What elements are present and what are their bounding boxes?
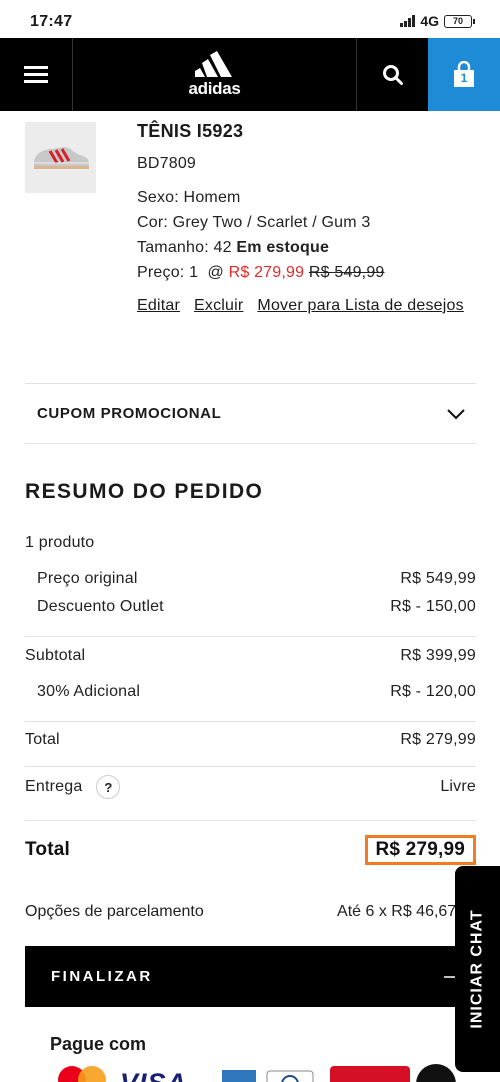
summary-row-original-price: Preço original R$ 549,99 xyxy=(25,570,476,588)
start-chat-button[interactable]: INICIAR CHAT xyxy=(455,866,500,1072)
chevron-down-icon xyxy=(447,408,465,419)
chat-label: INICIAR CHAT xyxy=(468,909,486,1029)
summary-label: Subtotal xyxy=(25,647,86,664)
sneaker-image xyxy=(33,146,89,169)
grand-total-label: Total xyxy=(25,839,70,860)
divider xyxy=(25,766,476,767)
top-navbar: adidas 1 xyxy=(0,38,500,111)
network-type: 4G xyxy=(420,13,439,29)
battery-level: 70 xyxy=(452,16,463,26)
finalize-button[interactable]: FINALIZAR xyxy=(25,946,500,1007)
move-to-wishlist-link[interactable]: Mover para Lista de desejos xyxy=(257,297,463,314)
product-gender: Sexo: Homem xyxy=(137,189,241,206)
installments-row[interactable]: Opções de parcelamento Até 6 x R$ 46,67 … xyxy=(25,903,500,921)
amex-icon xyxy=(222,1070,256,1082)
summary-label: Descuento Outlet xyxy=(37,598,164,615)
product-size: Tamanho: 42 xyxy=(137,239,232,256)
payment-logos: VISA xyxy=(52,1062,482,1082)
status-time: 17:47 xyxy=(30,13,73,30)
original-price: R$ 549,99 xyxy=(308,264,385,281)
adidas-stripes-icon xyxy=(194,50,232,77)
summary-label: Entrega xyxy=(25,778,83,795)
order-summary-title: RESUMO DO PEDIDO xyxy=(25,480,264,503)
payment-title: Pague com xyxy=(50,1034,147,1054)
mastercard-icon xyxy=(58,1066,106,1082)
divider xyxy=(25,636,476,637)
brand-wordmark: adidas xyxy=(188,78,241,98)
divider xyxy=(25,721,476,722)
product-count-row: 1 produto xyxy=(25,534,476,552)
hamburger-icon xyxy=(24,66,48,83)
summary-row-outlet-discount: Descuento Outlet R$ - 150,00 xyxy=(25,598,476,616)
grand-total-row: Total R$ 279,99 xyxy=(25,835,476,865)
edit-link[interactable]: Editar xyxy=(137,297,180,314)
coupon-accordion[interactable]: CUPOM PROMOCIONAL xyxy=(25,383,476,444)
elo-icon xyxy=(416,1064,456,1082)
summary-value: R$ 399,99 xyxy=(400,647,476,664)
summary-row-subtotal: Subtotal R$ 399,99 xyxy=(25,647,476,665)
divider xyxy=(25,820,476,821)
summary-value: R$ - 120,00 xyxy=(390,683,476,700)
help-icon[interactable]: ? xyxy=(96,775,121,799)
sale-price: R$ 279,99 xyxy=(228,264,305,281)
delete-link[interactable]: Excluir xyxy=(194,297,243,314)
product-sku: BD7809 xyxy=(137,155,197,172)
grand-total-value: R$ 279,99 xyxy=(364,835,476,865)
finalize-label: FINALIZAR xyxy=(51,968,153,985)
stock-status: Em estoque xyxy=(236,239,330,256)
summary-label: Preço original xyxy=(37,570,138,587)
search-icon xyxy=(382,64,403,85)
product-color: Cor: Grey Two / Scarlet / Gum 3 xyxy=(137,214,371,231)
signal-icon xyxy=(400,15,416,27)
summary-row-total: Total R$ 279,99 xyxy=(25,731,476,749)
summary-value: R$ 279,99 xyxy=(400,731,476,748)
price-label: Preço: 1 @ xyxy=(137,264,224,281)
summary-label: 30% Adicional xyxy=(37,683,141,700)
product-size-row: Tamanho: 42 Em estoque xyxy=(137,235,477,260)
status-bar: 17:47 4G 70 xyxy=(0,0,500,38)
search-button[interactable] xyxy=(356,38,428,111)
product-thumbnail[interactable] xyxy=(25,122,96,193)
coupon-label: CUPOM PROMOCIONAL xyxy=(37,405,222,422)
product-price-row: Preço: 1 @ R$ 279,99 R$ 549,99 xyxy=(137,260,477,285)
summary-label: Total xyxy=(25,731,60,748)
visa-icon: VISA xyxy=(120,1068,187,1082)
product-actions: Editar Excluir Mover para Lista de desejos xyxy=(137,293,477,318)
cart-button[interactable]: 1 xyxy=(428,38,500,111)
product-title: TÊNIS I5923 xyxy=(137,121,244,141)
summary-value: Livre xyxy=(440,778,476,795)
product-details: TÊNIS I5923 BD7809 Sexo: Homem Cor: Grey… xyxy=(137,121,477,318)
hipercard-icon xyxy=(330,1066,410,1082)
summary-value: R$ 549,99 xyxy=(400,570,476,587)
delivery-label-group: Entrega ? xyxy=(25,775,121,799)
product-count: 1 produto xyxy=(25,534,95,551)
summary-value: R$ - 150,00 xyxy=(390,598,476,615)
diners-icon xyxy=(266,1070,314,1082)
status-indicators: 4G 70 xyxy=(400,13,475,29)
summary-row-additional-discount: 30% Adicional R$ - 120,00 xyxy=(25,683,476,701)
cart-count: 1 xyxy=(460,71,468,85)
battery-icon: 70 xyxy=(444,14,475,28)
installments-label: Opções de parcelamento xyxy=(25,903,204,920)
summary-row-delivery: Entrega ? Livre xyxy=(25,775,476,799)
brand-logo[interactable]: adidas xyxy=(73,38,356,111)
menu-button[interactable] xyxy=(0,38,73,111)
